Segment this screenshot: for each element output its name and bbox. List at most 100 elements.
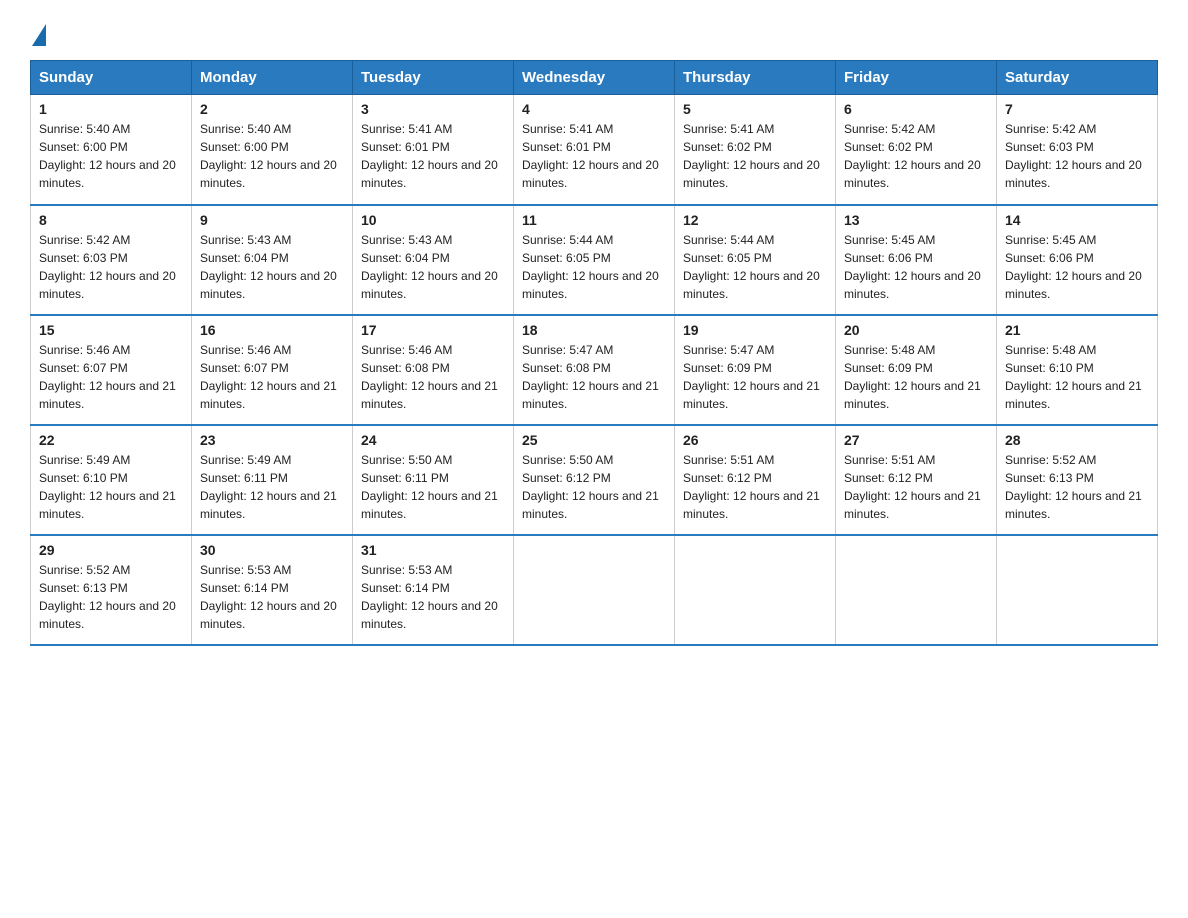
calendar-cell: 27 Sunrise: 5:51 AM Sunset: 6:12 PM Dayl…: [836, 425, 997, 535]
calendar-cell: 30 Sunrise: 5:53 AM Sunset: 6:14 PM Dayl…: [192, 535, 353, 645]
day-info: Sunrise: 5:46 AM Sunset: 6:07 PM Dayligh…: [39, 341, 183, 413]
weekday-header-wednesday: Wednesday: [514, 61, 675, 95]
day-info: Sunrise: 5:42 AM Sunset: 6:03 PM Dayligh…: [39, 231, 183, 303]
calendar-cell: 23 Sunrise: 5:49 AM Sunset: 6:11 PM Dayl…: [192, 425, 353, 535]
day-number: 9: [200, 212, 344, 228]
day-info: Sunrise: 5:45 AM Sunset: 6:06 PM Dayligh…: [844, 231, 988, 303]
calendar-cell: 14 Sunrise: 5:45 AM Sunset: 6:06 PM Dayl…: [997, 205, 1158, 315]
day-info: Sunrise: 5:47 AM Sunset: 6:08 PM Dayligh…: [522, 341, 666, 413]
day-info: Sunrise: 5:48 AM Sunset: 6:09 PM Dayligh…: [844, 341, 988, 413]
day-info: Sunrise: 5:50 AM Sunset: 6:11 PM Dayligh…: [361, 451, 505, 523]
day-info: Sunrise: 5:44 AM Sunset: 6:05 PM Dayligh…: [683, 231, 827, 303]
calendar-cell: [997, 535, 1158, 645]
day-number: 23: [200, 432, 344, 448]
day-info: Sunrise: 5:51 AM Sunset: 6:12 PM Dayligh…: [683, 451, 827, 523]
day-info: Sunrise: 5:50 AM Sunset: 6:12 PM Dayligh…: [522, 451, 666, 523]
weekday-header-row: SundayMondayTuesdayWednesdayThursdayFrid…: [31, 61, 1158, 95]
calendar-cell: 12 Sunrise: 5:44 AM Sunset: 6:05 PM Dayl…: [675, 205, 836, 315]
day-info: Sunrise: 5:42 AM Sunset: 6:03 PM Dayligh…: [1005, 120, 1149, 192]
calendar-cell: 5 Sunrise: 5:41 AM Sunset: 6:02 PM Dayli…: [675, 95, 836, 205]
day-info: Sunrise: 5:53 AM Sunset: 6:14 PM Dayligh…: [361, 561, 505, 633]
day-number: 21: [1005, 322, 1149, 338]
day-info: Sunrise: 5:49 AM Sunset: 6:10 PM Dayligh…: [39, 451, 183, 523]
day-number: 24: [361, 432, 505, 448]
weekday-header-friday: Friday: [836, 61, 997, 95]
day-info: Sunrise: 5:41 AM Sunset: 6:02 PM Dayligh…: [683, 120, 827, 192]
day-info: Sunrise: 5:40 AM Sunset: 6:00 PM Dayligh…: [200, 120, 344, 192]
weekday-header-saturday: Saturday: [997, 61, 1158, 95]
day-number: 5: [683, 101, 827, 117]
day-number: 18: [522, 322, 666, 338]
calendar-cell: 11 Sunrise: 5:44 AM Sunset: 6:05 PM Dayl…: [514, 205, 675, 315]
page-header: [30, 20, 1158, 42]
day-info: Sunrise: 5:43 AM Sunset: 6:04 PM Dayligh…: [361, 231, 505, 303]
calendar-cell: 31 Sunrise: 5:53 AM Sunset: 6:14 PM Dayl…: [353, 535, 514, 645]
day-number: 22: [39, 432, 183, 448]
day-number: 2: [200, 101, 344, 117]
calendar-cell: 3 Sunrise: 5:41 AM Sunset: 6:01 PM Dayli…: [353, 95, 514, 205]
day-info: Sunrise: 5:45 AM Sunset: 6:06 PM Dayligh…: [1005, 231, 1149, 303]
day-info: Sunrise: 5:46 AM Sunset: 6:08 PM Dayligh…: [361, 341, 505, 413]
calendar-cell: 16 Sunrise: 5:46 AM Sunset: 6:07 PM Dayl…: [192, 315, 353, 425]
weekday-header-tuesday: Tuesday: [353, 61, 514, 95]
day-number: 7: [1005, 101, 1149, 117]
day-number: 8: [39, 212, 183, 228]
calendar-cell: 6 Sunrise: 5:42 AM Sunset: 6:02 PM Dayli…: [836, 95, 997, 205]
day-number: 17: [361, 322, 505, 338]
calendar-cell: 29 Sunrise: 5:52 AM Sunset: 6:13 PM Dayl…: [31, 535, 192, 645]
calendar-cell: 8 Sunrise: 5:42 AM Sunset: 6:03 PM Dayli…: [31, 205, 192, 315]
calendar-cell: 24 Sunrise: 5:50 AM Sunset: 6:11 PM Dayl…: [353, 425, 514, 535]
calendar-table: SundayMondayTuesdayWednesdayThursdayFrid…: [30, 60, 1158, 646]
calendar-cell: 13 Sunrise: 5:45 AM Sunset: 6:06 PM Dayl…: [836, 205, 997, 315]
day-number: 1: [39, 101, 183, 117]
calendar-cell: 20 Sunrise: 5:48 AM Sunset: 6:09 PM Dayl…: [836, 315, 997, 425]
calendar-cell: 22 Sunrise: 5:49 AM Sunset: 6:10 PM Dayl…: [31, 425, 192, 535]
calendar-cell: [836, 535, 997, 645]
day-number: 16: [200, 322, 344, 338]
logo: [30, 20, 46, 42]
day-info: Sunrise: 5:41 AM Sunset: 6:01 PM Dayligh…: [361, 120, 505, 192]
day-info: Sunrise: 5:44 AM Sunset: 6:05 PM Dayligh…: [522, 231, 666, 303]
day-number: 14: [1005, 212, 1149, 228]
calendar-week-2: 8 Sunrise: 5:42 AM Sunset: 6:03 PM Dayli…: [31, 205, 1158, 315]
day-number: 27: [844, 432, 988, 448]
calendar-cell: 1 Sunrise: 5:40 AM Sunset: 6:00 PM Dayli…: [31, 95, 192, 205]
calendar-week-5: 29 Sunrise: 5:52 AM Sunset: 6:13 PM Dayl…: [31, 535, 1158, 645]
calendar-cell: 28 Sunrise: 5:52 AM Sunset: 6:13 PM Dayl…: [997, 425, 1158, 535]
day-info: Sunrise: 5:41 AM Sunset: 6:01 PM Dayligh…: [522, 120, 666, 192]
day-info: Sunrise: 5:52 AM Sunset: 6:13 PM Dayligh…: [1005, 451, 1149, 523]
day-info: Sunrise: 5:46 AM Sunset: 6:07 PM Dayligh…: [200, 341, 344, 413]
calendar-cell: 2 Sunrise: 5:40 AM Sunset: 6:00 PM Dayli…: [192, 95, 353, 205]
day-number: 15: [39, 322, 183, 338]
day-number: 20: [844, 322, 988, 338]
calendar-cell: 9 Sunrise: 5:43 AM Sunset: 6:04 PM Dayli…: [192, 205, 353, 315]
day-number: 25: [522, 432, 666, 448]
weekday-header-thursday: Thursday: [675, 61, 836, 95]
day-number: 31: [361, 542, 505, 558]
day-number: 11: [522, 212, 666, 228]
weekday-header-sunday: Sunday: [31, 61, 192, 95]
day-info: Sunrise: 5:47 AM Sunset: 6:09 PM Dayligh…: [683, 341, 827, 413]
calendar-cell: 4 Sunrise: 5:41 AM Sunset: 6:01 PM Dayli…: [514, 95, 675, 205]
logo-triangle-icon: [32, 24, 46, 46]
day-info: Sunrise: 5:52 AM Sunset: 6:13 PM Dayligh…: [39, 561, 183, 633]
calendar-cell: 7 Sunrise: 5:42 AM Sunset: 6:03 PM Dayli…: [997, 95, 1158, 205]
day-number: 10: [361, 212, 505, 228]
calendar-week-4: 22 Sunrise: 5:49 AM Sunset: 6:10 PM Dayl…: [31, 425, 1158, 535]
day-number: 19: [683, 322, 827, 338]
day-number: 29: [39, 542, 183, 558]
day-info: Sunrise: 5:48 AM Sunset: 6:10 PM Dayligh…: [1005, 341, 1149, 413]
day-number: 13: [844, 212, 988, 228]
calendar-cell: [514, 535, 675, 645]
day-info: Sunrise: 5:49 AM Sunset: 6:11 PM Dayligh…: [200, 451, 344, 523]
calendar-week-3: 15 Sunrise: 5:46 AM Sunset: 6:07 PM Dayl…: [31, 315, 1158, 425]
calendar-cell: 10 Sunrise: 5:43 AM Sunset: 6:04 PM Dayl…: [353, 205, 514, 315]
calendar-cell: 25 Sunrise: 5:50 AM Sunset: 6:12 PM Dayl…: [514, 425, 675, 535]
calendar-cell: 17 Sunrise: 5:46 AM Sunset: 6:08 PM Dayl…: [353, 315, 514, 425]
day-number: 26: [683, 432, 827, 448]
calendar-cell: 15 Sunrise: 5:46 AM Sunset: 6:07 PM Dayl…: [31, 315, 192, 425]
day-number: 28: [1005, 432, 1149, 448]
day-number: 30: [200, 542, 344, 558]
calendar-cell: 18 Sunrise: 5:47 AM Sunset: 6:08 PM Dayl…: [514, 315, 675, 425]
day-number: 12: [683, 212, 827, 228]
